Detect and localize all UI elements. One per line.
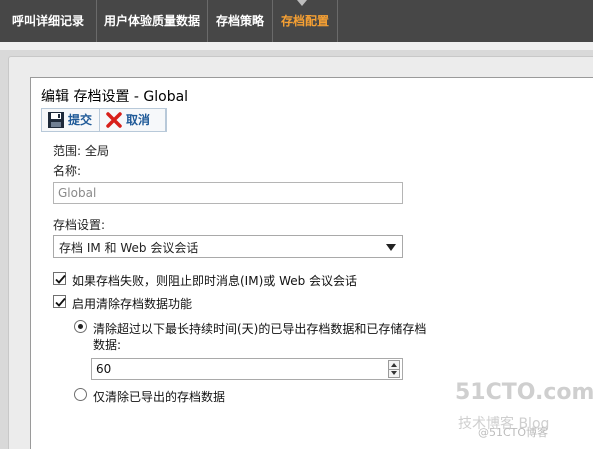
save-disk-icon [47, 111, 65, 129]
purge-by-duration-label-line1: 清除超过以下最长持续时间(天)的已导出存档数据和已存储存档 [93, 322, 427, 336]
sub-header-strip [0, 42, 593, 50]
radio-selected-dot [78, 324, 83, 329]
block-on-failure-label: 如果存档失败，则阻止即时消息(IM)或 Web 会议会话 [72, 274, 358, 288]
block-on-failure-checkbox[interactable] [53, 272, 66, 285]
watermark-logo: 51CTO.com [455, 380, 593, 405]
active-tab-caret-icon [297, 0, 307, 6]
spinner-buttons[interactable] [388, 360, 400, 378]
chevron-down-icon [386, 244, 396, 251]
submit-button[interactable]: 提交 [42, 109, 100, 131]
spinner-divider [389, 369, 399, 370]
tab-qoe-data[interactable]: 用户体验质量数据 [97, 0, 208, 42]
scope-label: 范围: [53, 144, 82, 158]
spin-down-icon[interactable] [391, 371, 397, 375]
top-navigation: 呼叫详细记录 用户体验质量数据 存档策略 存档配置 [0, 0, 593, 42]
checkmark-icon [55, 274, 66, 284]
tab-call-detail-records[interactable]: 呼叫详细记录 [0, 0, 97, 42]
dialog-title: 编辑 存档设置 - Global [41, 89, 189, 105]
red-x-icon [105, 111, 123, 129]
purge-days-value: 60 [96, 362, 112, 376]
purge-exported-only-label: 仅清除已导出的存档数据 [93, 390, 226, 404]
name-field[interactable] [53, 182, 403, 204]
archive-setting-dropdown[interactable]: 存档 IM 和 Web 会议会话 [53, 235, 403, 258]
archive-setting-label: 存档设置: [53, 218, 106, 232]
cancel-label: 取消 [126, 113, 151, 127]
scope-value: 全局 [85, 144, 110, 158]
purge-days-stepper[interactable]: 60 [91, 358, 403, 380]
enable-purge-checkbox[interactable] [53, 295, 66, 308]
tab-archiving-policy[interactable]: 存档策略 [208, 0, 273, 42]
checkmark-icon [55, 297, 66, 307]
purge-exported-only-radio[interactable] [74, 388, 87, 401]
cancel-button[interactable]: 取消 [100, 109, 166, 131]
tab-archiving-configuration[interactable]: 存档配置 [273, 0, 338, 42]
dialog-toolbar: 提交 取消 [41, 108, 167, 132]
purge-by-duration-label-line2: 数据: [93, 338, 122, 352]
watermark-handle: @51CTO博客 [478, 426, 549, 439]
name-label: 名称: [53, 164, 82, 178]
submit-label: 提交 [68, 113, 93, 127]
spin-up-icon[interactable] [391, 363, 397, 367]
enable-purge-label: 启用清除存档数据功能 [72, 297, 193, 311]
archive-setting-selected-value: 存档 IM 和 Web 会议会话 [59, 241, 199, 255]
purge-by-duration-radio[interactable] [74, 320, 87, 333]
